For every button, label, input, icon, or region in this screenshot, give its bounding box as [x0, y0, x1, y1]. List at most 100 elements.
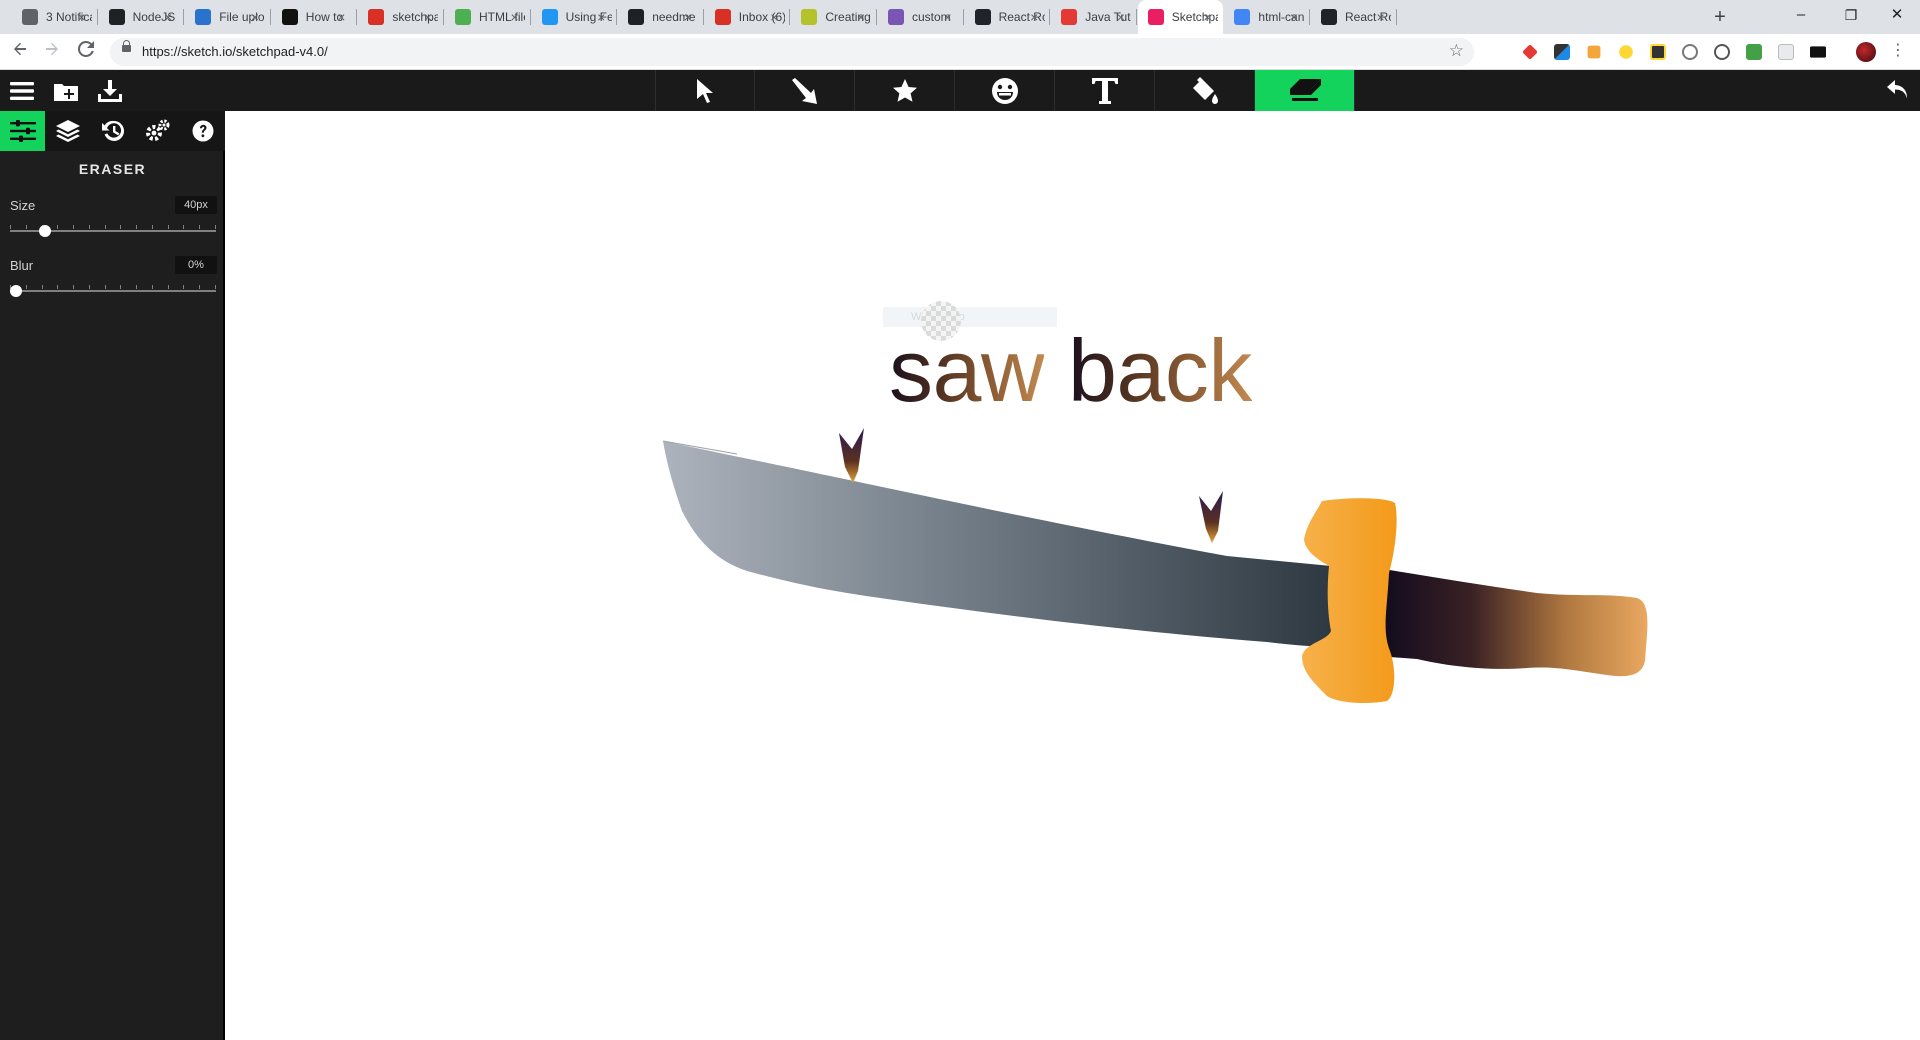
- forward-button[interactable]: [40, 40, 64, 64]
- slider-tick: [215, 285, 216, 289]
- layers-icon: [55, 120, 80, 142]
- paint-bucket-icon: [1192, 76, 1218, 104]
- browser-tab[interactable]: Creating ×: [791, 0, 877, 34]
- main-menu-button[interactable]: [0, 70, 44, 111]
- tab-separator: [1308, 9, 1310, 25]
- lock-icon: [122, 40, 131, 52]
- tab-help[interactable]: [180, 111, 225, 151]
- extension-icon-9[interactable]: [1778, 44, 1794, 60]
- size-slider-thumb[interactable]: [39, 225, 52, 237]
- text-tool-button[interactable]: [1055, 70, 1155, 111]
- tab-separator: [1049, 9, 1051, 25]
- restore-button[interactable]: ❐: [1828, 0, 1874, 30]
- tab-close-icon[interactable]: ×: [766, 9, 782, 25]
- new-tab-button[interactable]: +: [1708, 5, 1732, 29]
- text-tool-icon: [1091, 77, 1118, 104]
- drawing-canvas[interactable]: Width Step saw back: [227, 111, 1920, 1040]
- back-button[interactable]: [8, 40, 32, 64]
- extension-icon-4[interactable]: [1619, 45, 1633, 59]
- tab-close-icon[interactable]: ×: [853, 9, 869, 25]
- browser-menu-icon[interactable]: ⋮: [1890, 40, 1906, 60]
- size-value-field[interactable]: 40px: [175, 196, 217, 214]
- minimize-button[interactable]: –: [1778, 0, 1824, 30]
- download-button[interactable]: [88, 70, 132, 111]
- select-tool-button[interactable]: [655, 70, 755, 111]
- tab-close-icon[interactable]: ×: [420, 9, 436, 25]
- panel-tab-bar: [0, 111, 225, 151]
- slider-tick: [152, 285, 153, 289]
- tab-close-icon[interactable]: ×: [333, 9, 349, 25]
- tab-history[interactable]: [90, 111, 135, 151]
- tab-close-icon[interactable]: ×: [74, 9, 90, 25]
- slider-tick: [105, 285, 106, 289]
- stamp-tool-button[interactable]: [855, 70, 955, 111]
- tab-close-icon[interactable]: ×: [160, 9, 176, 25]
- video-camera-icon[interactable]: [1810, 46, 1826, 58]
- browser-tab[interactable]: File upload×: [185, 0, 271, 34]
- knife-handle: [1377, 568, 1648, 677]
- close-window-button[interactable]: ✕: [1874, 0, 1920, 30]
- extension-icon-6[interactable]: [1682, 44, 1698, 60]
- tab-close-icon[interactable]: ×: [1373, 9, 1389, 25]
- extension-icon-5[interactable]: [1650, 44, 1666, 60]
- browser-tab[interactable]: Java Tutorial×: [1051, 0, 1137, 34]
- tab-layers[interactable]: [45, 111, 90, 151]
- browser-tab[interactable]: needme ×: [618, 0, 704, 34]
- extension-icon-2[interactable]: [1554, 44, 1570, 60]
- arrow-tool-button[interactable]: [755, 70, 855, 111]
- blur-slider-thumb[interactable]: [10, 285, 22, 297]
- blur-value-field[interactable]: 0%: [175, 256, 217, 274]
- browser-tab[interactable]: html-canvas×: [1224, 0, 1310, 34]
- tab-tool-settings[interactable]: [0, 111, 45, 151]
- browser-tab[interactable]: 3 Notifications×: [12, 0, 98, 34]
- browser-tab[interactable]: HTML file ×: [445, 0, 531, 34]
- browser-tab[interactable]: How to ×: [272, 0, 358, 34]
- profile-avatar[interactable]: [1856, 42, 1876, 62]
- eraser-tool-button[interactable]: [1255, 70, 1355, 111]
- tab-close-icon[interactable]: ×: [1113, 9, 1129, 25]
- browser-tab[interactable]: custom ×: [878, 0, 964, 34]
- open-button[interactable]: [44, 70, 88, 111]
- browser-tab[interactable]: sketchpad×: [358, 0, 444, 34]
- extension-icon-7[interactable]: [1714, 44, 1730, 60]
- url-text[interactable]: https://sketch.io/sketchpad-v4.0/: [142, 44, 328, 59]
- slider-tick: [57, 225, 58, 229]
- tab-close-icon[interactable]: ×: [507, 9, 523, 25]
- fill-tool-button[interactable]: [1155, 70, 1255, 111]
- address-bar[interactable]: https://sketch.io/sketchpad-v4.0/ ☆: [110, 38, 1474, 66]
- tab-close-icon[interactable]: ×: [1286, 9, 1302, 25]
- emoji-tool-button[interactable]: [955, 70, 1055, 111]
- browser-tab[interactable]: Sketchpad×: [1137, 0, 1224, 34]
- tab-close-icon[interactable]: ×: [680, 9, 696, 25]
- blur-slider[interactable]: [10, 285, 216, 297]
- knife-drawing[interactable]: [227, 111, 1920, 1040]
- arrow-tool-icon: [791, 77, 817, 104]
- medium-icon: [281, 9, 298, 25]
- slider-tick: [89, 225, 90, 229]
- undo-button[interactable]: [1876, 70, 1920, 111]
- tab-close-icon[interactable]: ×: [940, 9, 956, 25]
- size-slider[interactable]: [10, 225, 216, 237]
- tab-separator: [529, 9, 531, 25]
- slider-tick: [120, 285, 121, 289]
- google-icon: [1234, 9, 1251, 25]
- tab-close-icon[interactable]: ×: [593, 9, 609, 25]
- help-icon: [192, 120, 213, 142]
- app-top-bar: [0, 70, 1920, 111]
- reload-button[interactable]: [74, 40, 98, 64]
- github-icon: [628, 9, 645, 25]
- browser-tab[interactable]: Using Fetch×: [532, 0, 618, 34]
- extension-icon-1[interactable]: [1522, 44, 1538, 60]
- browser-tab[interactable]: Inbox (6) ×: [705, 0, 791, 34]
- extension-icon-8[interactable]: [1746, 44, 1762, 60]
- extension-icon-3[interactable]: [1587, 45, 1601, 59]
- browser-tab[interactable]: React Router×: [965, 0, 1051, 34]
- tab-preferences[interactable]: [135, 111, 180, 151]
- mdn-icon: [541, 9, 558, 25]
- browser-tab[interactable]: NodeJS ×: [99, 0, 185, 34]
- tab-close-icon[interactable]: ×: [1026, 9, 1042, 25]
- bookmark-star-icon[interactable]: ☆: [1449, 41, 1464, 61]
- browser-tab[interactable]: React Router×: [1311, 0, 1397, 34]
- tab-close-icon[interactable]: ×: [247, 9, 263, 25]
- tab-close-icon[interactable]: ×: [1199, 9, 1215, 25]
